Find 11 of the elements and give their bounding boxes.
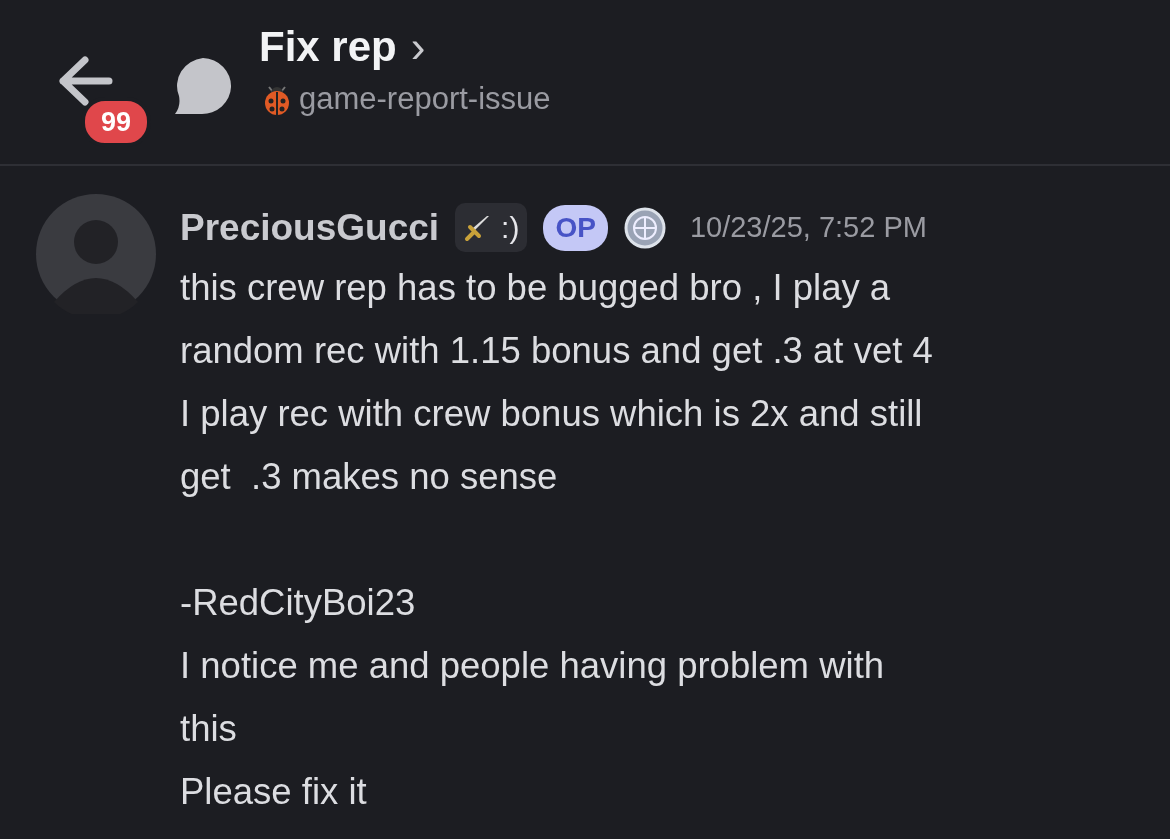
back-arrow-icon[interactable] — [57, 56, 113, 106]
message-text: this crew rep has to be bugged bro , I play a random rec with 1.15 bonus and get .3 at vet 4 I play rec with crew bonus which is 2x and still get .3 makes no sense — [180, 265, 933, 499]
timestamp: 10/23/25, 7:52 PM — [689, 210, 927, 245]
op-badge: OP — [543, 204, 608, 251]
chevron[interactable]: › — [410, 22, 426, 72]
message-text: -RedCityBoi23 I notice me and people having problem with this Please fix it — [180, 580, 886, 814]
globe-badge-icon — [623, 206, 666, 249]
guild-tag: :) — [455, 203, 528, 253]
thread-title[interactable]: Fix rep — [259, 22, 397, 72]
channel-name[interactable]: game-report-issue — [299, 76, 551, 123]
author-name[interactable]: PreciousGucci — [180, 200, 440, 256]
